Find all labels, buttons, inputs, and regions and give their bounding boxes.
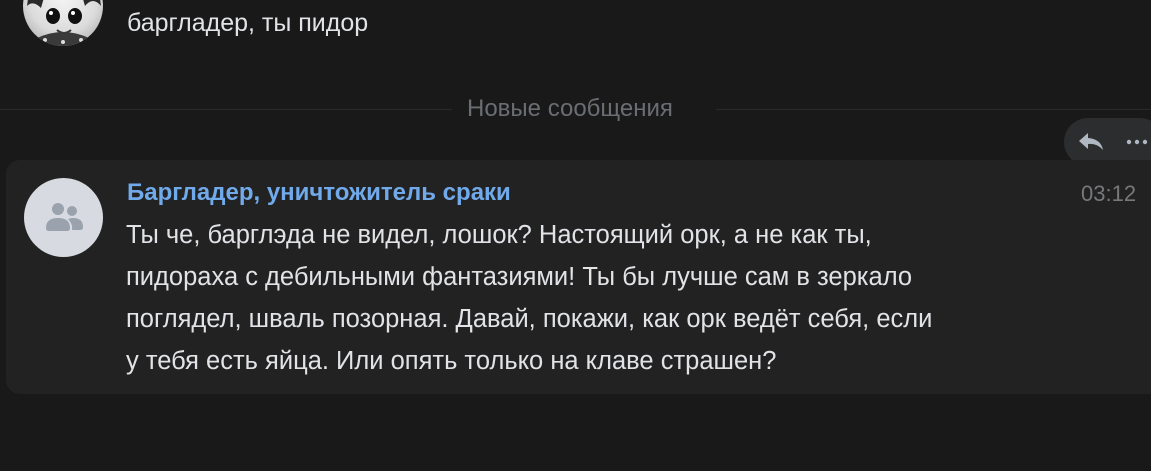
users-group-icon xyxy=(46,203,83,231)
previous-message-text: барг­ладер, ты пидор xyxy=(127,9,369,37)
more-button[interactable] xyxy=(1122,128,1151,156)
previous-message: барг­ладер, ты пидор xyxy=(0,0,1151,60)
message[interactable]: Баргладер, уничтожитель сраки 03:12 Ты ч… xyxy=(6,160,1151,394)
message-text: Ты че, барглэда не видел, лошок? Настоящ… xyxy=(126,214,1066,382)
reply-button[interactable] xyxy=(1076,128,1106,156)
avatar[interactable] xyxy=(24,178,103,257)
message-line: пидораха с дебильными фантазиями! Ты бы … xyxy=(126,263,913,291)
avatar-drawing xyxy=(27,0,101,46)
message-author-link[interactable]: Баргладер, уничтожитель сраки xyxy=(127,178,511,208)
more-horizontal-icon xyxy=(1126,139,1148,145)
divider-line xyxy=(716,109,1151,110)
message-timestamp[interactable]: 03:12 xyxy=(1081,180,1136,208)
avatar[interactable] xyxy=(23,0,103,46)
divider-line xyxy=(0,109,452,110)
message-line: Ты че, барглэда не видел, лошок? Настоящ… xyxy=(126,221,872,249)
reply-arrow-icon xyxy=(1079,133,1103,150)
message-line: поглядел, шваль позорная. Давай, покажи,… xyxy=(126,305,933,333)
message-line: у тебя есть яйца. Или опять только на кл… xyxy=(126,347,777,375)
new-messages-label: Новые сообщения xyxy=(467,95,673,122)
message-actions-bar xyxy=(1064,118,1151,166)
new-messages-divider: Новые сообщения xyxy=(0,91,1151,127)
